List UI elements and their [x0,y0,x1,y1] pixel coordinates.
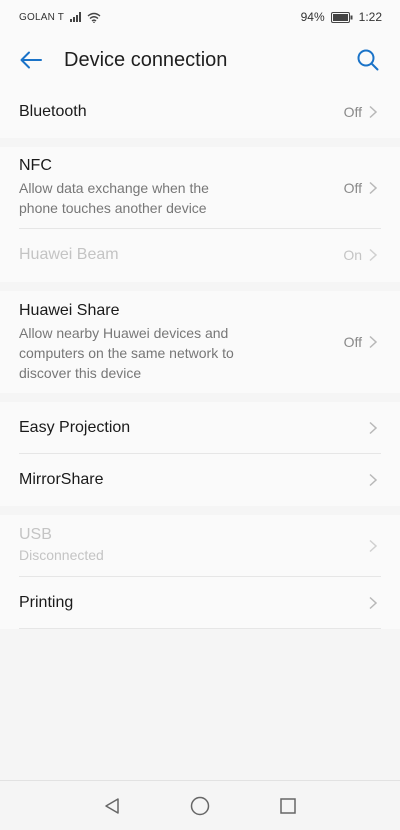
back-button[interactable] [11,40,51,80]
chevron-right-icon [369,596,378,609]
setting-title: Huawei Share [19,301,120,319]
setting-title: NFC [19,157,52,174]
search-icon [357,49,379,71]
setting-easy-projection[interactable]: Easy Projection [19,402,381,454]
chevron-right-icon [369,105,378,119]
clock: 1:22 [358,10,382,24]
chevron-right-icon [369,473,378,487]
arrow-left-icon [20,51,42,69]
app-bar: Device connection [0,34,400,86]
setting-title: MirrorShare [19,471,104,488]
signal-icon [70,12,82,22]
setting-usb[interactable]: USB Disconnected [19,515,381,577]
setting-subtitle: Allow data exchange when the phone touch… [19,180,209,216]
setting-subtitle: Disconnected [19,547,104,563]
battery-icon [330,11,353,23]
square-recents-icon [280,797,296,814]
settings-group-huawei-share: Huawei Share Allow nearby Huawei devices… [0,291,400,393]
nav-recents-button[interactable] [244,786,332,826]
chevron-right-icon [369,539,378,552]
setting-mirrorshare[interactable]: MirrorShare [19,454,381,506]
battery-percent: 94% [300,10,325,24]
setting-huawei-share[interactable]: Huawei Share Allow nearby Huawei devices… [19,291,381,393]
setting-value: Off [343,334,362,350]
circle-home-icon [190,796,210,815]
chevron-right-icon [369,248,378,262]
setting-subtitle: Allow nearby Huawei devices and computer… [19,324,234,381]
settings-group-usb-printing: USB Disconnected Printing [0,515,400,629]
setting-bluetooth[interactable]: Bluetooth Off [19,86,381,138]
setting-title: Bluetooth [19,103,87,120]
page-title: Device connection [64,48,228,71]
search-button[interactable] [348,40,388,80]
nav-home-button[interactable] [156,786,244,826]
carrier-label: GOLAN T [19,11,65,23]
setting-title: Huawei Beam [19,246,119,263]
setting-nfc[interactable]: NFC Allow data exchange when the phone t… [19,147,381,229]
navigation-bar [0,780,400,830]
setting-title: USB [19,526,52,543]
setting-huawei-beam[interactable]: Huawei Beam On [19,229,381,281]
chevron-right-icon [369,335,378,349]
wifi-icon [87,12,101,23]
setting-value: Off [343,104,362,120]
setting-printing[interactable]: Printing [19,577,381,629]
chevron-right-icon [369,181,378,194]
settings-group-projection: Easy Projection MirrorShare [0,402,400,506]
status-bar: GOLAN T 94% 1:22 [0,0,400,34]
settings-group-nfc: NFC Allow data exchange when the phone t… [0,147,400,282]
setting-value: On [343,247,362,263]
settings-group-bluetooth: Bluetooth Off [0,86,400,138]
setting-title: Printing [19,593,74,611]
nav-back-button[interactable] [68,786,156,826]
chevron-right-icon [369,421,378,434]
triangle-back-icon [105,797,119,814]
setting-title: Easy Projection [19,418,131,436]
setting-value: Off [343,179,362,196]
